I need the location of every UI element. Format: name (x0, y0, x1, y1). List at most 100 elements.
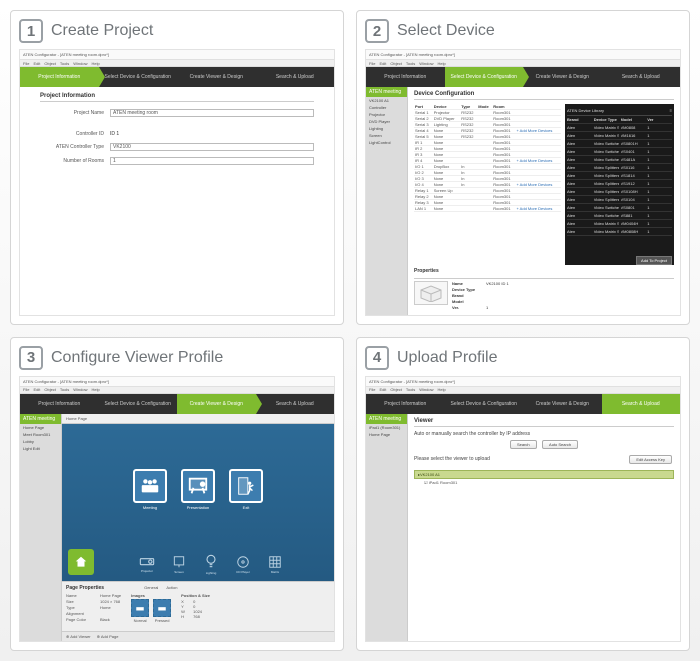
step-title: Upload Profile (397, 349, 498, 367)
wizard-step-bar: Project Information Select Device & Conf… (20, 67, 334, 87)
tree-item[interactable]: Home Page (366, 431, 407, 438)
menu-bar[interactable]: FileEditObjectToolsWindowHelp (366, 60, 680, 67)
add-page-button[interactable]: ⊕ Add Page (97, 634, 119, 639)
library-row[interactable]: AtenVideo SplittersVS0108H1 (567, 188, 672, 196)
props-tab-general[interactable]: General (144, 585, 158, 590)
wizard-tab-upload[interactable]: Search & Upload (602, 394, 681, 414)
add-more-devices-link[interactable]: + Add More Devices (516, 182, 552, 187)
add-more-devices-link[interactable]: + Add More Devices (516, 128, 552, 133)
add-viewer-button[interactable]: ⊕ Add Viewer (66, 634, 91, 639)
project-tree-sidebar[interactable]: ATEN meeting Home Page Meet Room301 Lobb… (20, 414, 62, 642)
meeting-icon (133, 469, 167, 503)
library-row[interactable]: AtenVideo SplittersVS18141 (567, 172, 672, 180)
presentation-icon (181, 469, 215, 503)
library-row[interactable]: AtenVideo SwitchesVS0801H1 (567, 140, 672, 148)
menu-bar[interactable]: FileEditObjectToolsWindowHelp (366, 387, 680, 394)
viewer-canvas[interactable]: Meeting Presentation Exit (62, 424, 334, 582)
controller-id-label: ID 1 (110, 131, 314, 137)
device-row[interactable]: LAN 1NoneRoom301+ Add More Devices (414, 206, 561, 212)
menu-bar[interactable]: FileEditObjectToolsWindowHelp (20, 60, 334, 67)
tree-item[interactable]: DVD Player (366, 118, 407, 125)
wizard-tab-upload[interactable]: Search & Upload (602, 67, 681, 87)
tree-item[interactable]: Light Edit (20, 445, 61, 452)
tree-item[interactable]: Controller (366, 104, 407, 111)
home-icon (74, 555, 88, 569)
wizard-tab-select-device[interactable]: Select Device & Configuration (99, 67, 178, 87)
disc-icon (236, 555, 250, 569)
tree-item[interactable]: LightControl (366, 139, 407, 146)
library-row[interactable]: AtenVideo Matrix SwitchVM0404H1 (567, 220, 672, 228)
lightbulb-icon (205, 554, 217, 570)
wizard-tab-create-viewer[interactable]: Create Viewer & Design (177, 67, 256, 87)
wizard-tab-upload[interactable]: Search & Upload (256, 394, 335, 414)
library-row[interactable]: AtenVideo SwitchesVS04011 (567, 148, 672, 156)
device-library-panel: ATEN Device Library≡ BrandDevice TypeMod… (565, 104, 674, 265)
tree-item[interactable]: iPad1 (Room301) (366, 424, 407, 431)
library-row[interactable]: AtenVideo SwitchesVS8811 (567, 212, 672, 220)
search-button[interactable]: Search (510, 440, 537, 449)
library-row[interactable]: AtenVideo Matrix SwitchVM0808H1 (567, 228, 672, 236)
wizard-tab-project-info[interactable]: Project Information (366, 394, 445, 414)
section-heading: Device Configuration (414, 91, 674, 100)
auto-search-button[interactable]: Auto Search (542, 440, 578, 449)
wizard-tab-project-info[interactable]: Project Information (366, 67, 445, 87)
add-more-devices-link[interactable]: + Add More Devices (516, 158, 552, 163)
project-tree-sidebar[interactable]: ATEN meeting iPad1 (Room301) Home Page (366, 414, 408, 642)
library-row[interactable]: AtenVideo SplittersVS01161 (567, 164, 672, 172)
library-menu-icon[interactable]: ≡ (670, 108, 672, 113)
edit-access-key-button[interactable]: Edit Access Key (629, 455, 672, 464)
normal-image-icon[interactable] (131, 599, 149, 617)
viewer-checkbox-row[interactable]: ☑ iPad1 Room301 (414, 479, 674, 486)
library-row[interactable]: AtenVideo SwitchesVS08011 (567, 204, 672, 212)
page-tab[interactable]: Home Page (62, 414, 334, 424)
tree-item[interactable]: VK2100 A1 (366, 97, 407, 104)
tree-item[interactable]: Lighting (366, 125, 407, 132)
tile-exit[interactable]: Exit (226, 469, 266, 510)
library-row[interactable]: AtenVideo Matrix SwitchVM08081 (567, 124, 672, 132)
project-name-input[interactable]: ATEN meeting room (110, 109, 314, 117)
wizard-tab-select-device[interactable]: Select Device & Configuration (445, 394, 524, 414)
library-row[interactable]: AtenVideo Matrix SwitchVM16161 (567, 132, 672, 140)
wizard-tab-create-viewer[interactable]: Create Viewer & Design (523, 67, 602, 87)
home-button[interactable] (68, 549, 94, 575)
room-count-input[interactable]: 1 (110, 157, 314, 165)
screen-icon (172, 555, 186, 569)
btn-cdplayer[interactable]: CD Player (232, 555, 254, 574)
section-heading: Viewer (414, 418, 674, 427)
tile-meeting[interactable]: Meeting (130, 469, 170, 510)
library-row[interactable]: AtenVideo SwitchesVS481A1 (567, 156, 672, 164)
wizard-tab-create-viewer[interactable]: Create Viewer & Design (523, 394, 602, 414)
library-row[interactable]: AtenVideo SplittersVS01041 (567, 196, 672, 204)
step-4-panel: 4 Upload Profile ATEN Configurator - [AT… (356, 337, 690, 652)
device-port-table[interactable]: PortDeviceTypeModeRoom Serial 1Projector… (414, 104, 561, 212)
wizard-tab-create-viewer[interactable]: Create Viewer & Design (177, 394, 256, 414)
step-number: 1 (19, 19, 43, 43)
props-tab-action[interactable]: Action (166, 585, 177, 590)
step-number: 2 (365, 19, 389, 43)
wizard-tab-select-device[interactable]: Select Device & Configuration (445, 67, 524, 87)
tile-presentation[interactable]: Presentation (178, 469, 218, 510)
project-tree-sidebar[interactable]: ATEN meeting VK2100 A1 Controller Projec… (366, 87, 408, 315)
controller-type-select[interactable]: VK2100 (110, 143, 314, 151)
step-title: Select Device (397, 22, 495, 40)
wizard-tab-select-device[interactable]: Select Device & Configuration (99, 394, 178, 414)
tree-item[interactable]: Meet Room301 (20, 431, 61, 438)
tree-item[interactable]: Lobby (20, 438, 61, 445)
wizard-tab-project-info[interactable]: Project Information (20, 67, 99, 87)
wizard-tab-upload[interactable]: Search & Upload (256, 67, 335, 87)
btn-matrix[interactable]: Matrix (264, 555, 286, 574)
add-more-devices-link[interactable]: + Add More Devices (516, 206, 552, 211)
btn-lighting[interactable]: Lighting (200, 554, 222, 575)
pressed-image-icon[interactable] (153, 599, 171, 617)
wizard-step-bar: Project Information Select Device & Conf… (20, 394, 334, 414)
tree-item[interactable]: Projector (366, 111, 407, 118)
btn-screen[interactable]: Screen (168, 555, 190, 574)
tree-item[interactable]: Home Page (20, 424, 61, 431)
library-row[interactable]: AtenVideo SplittersVS19121 (567, 180, 672, 188)
menu-bar[interactable]: FileEditObjectToolsWindowHelp (20, 387, 334, 394)
controller-group-header[interactable]: VK2100 A1 (414, 470, 674, 479)
btn-projector[interactable]: Projector (136, 556, 158, 573)
add-to-project-button[interactable]: Add To Project (636, 256, 672, 265)
tree-item[interactable]: Screen (366, 132, 407, 139)
wizard-tab-project-info[interactable]: Project Information (20, 394, 99, 414)
